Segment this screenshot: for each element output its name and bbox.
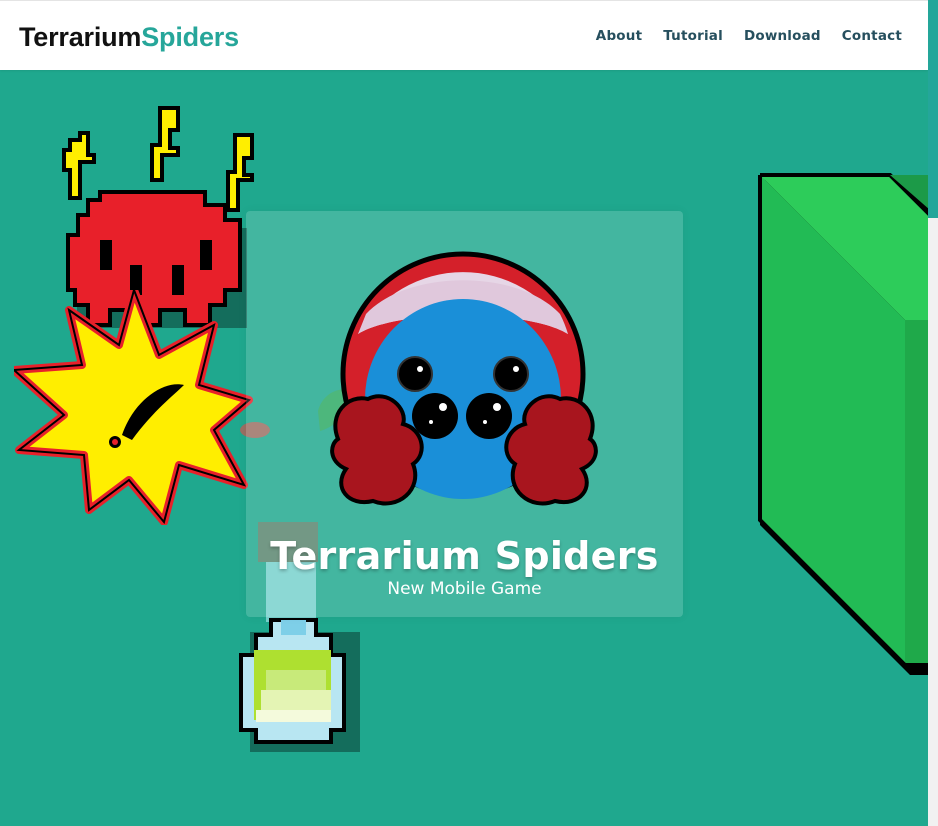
- hero-card: Terrarium Spiders New Mobile Game: [246, 211, 683, 617]
- nav-link-about[interactable]: About: [596, 28, 642, 44]
- brand-logo[interactable]: TerrariumSpiders: [19, 21, 239, 53]
- nav-link-contact[interactable]: Contact: [842, 28, 902, 44]
- hero-title: Terrarium Spiders: [270, 534, 659, 578]
- explosion-icon: [14, 290, 253, 525]
- scrollbar-thumb[interactable]: [928, 0, 938, 218]
- navbar: TerrariumSpiders About Tutorial Download…: [0, 0, 928, 70]
- nav-link-tutorial[interactable]: Tutorial: [663, 28, 723, 44]
- hero-subtitle: New Mobile Game: [387, 579, 542, 599]
- green-block-icon: [758, 173, 930, 675]
- nav-link-download[interactable]: Download: [744, 28, 821, 44]
- brand-part-1: Terrarium: [19, 22, 142, 52]
- brand-part-2: Spiders: [141, 22, 239, 52]
- spider-logo-icon: [330, 251, 598, 506]
- nav-links: About Tutorial Download Contact: [596, 28, 902, 44]
